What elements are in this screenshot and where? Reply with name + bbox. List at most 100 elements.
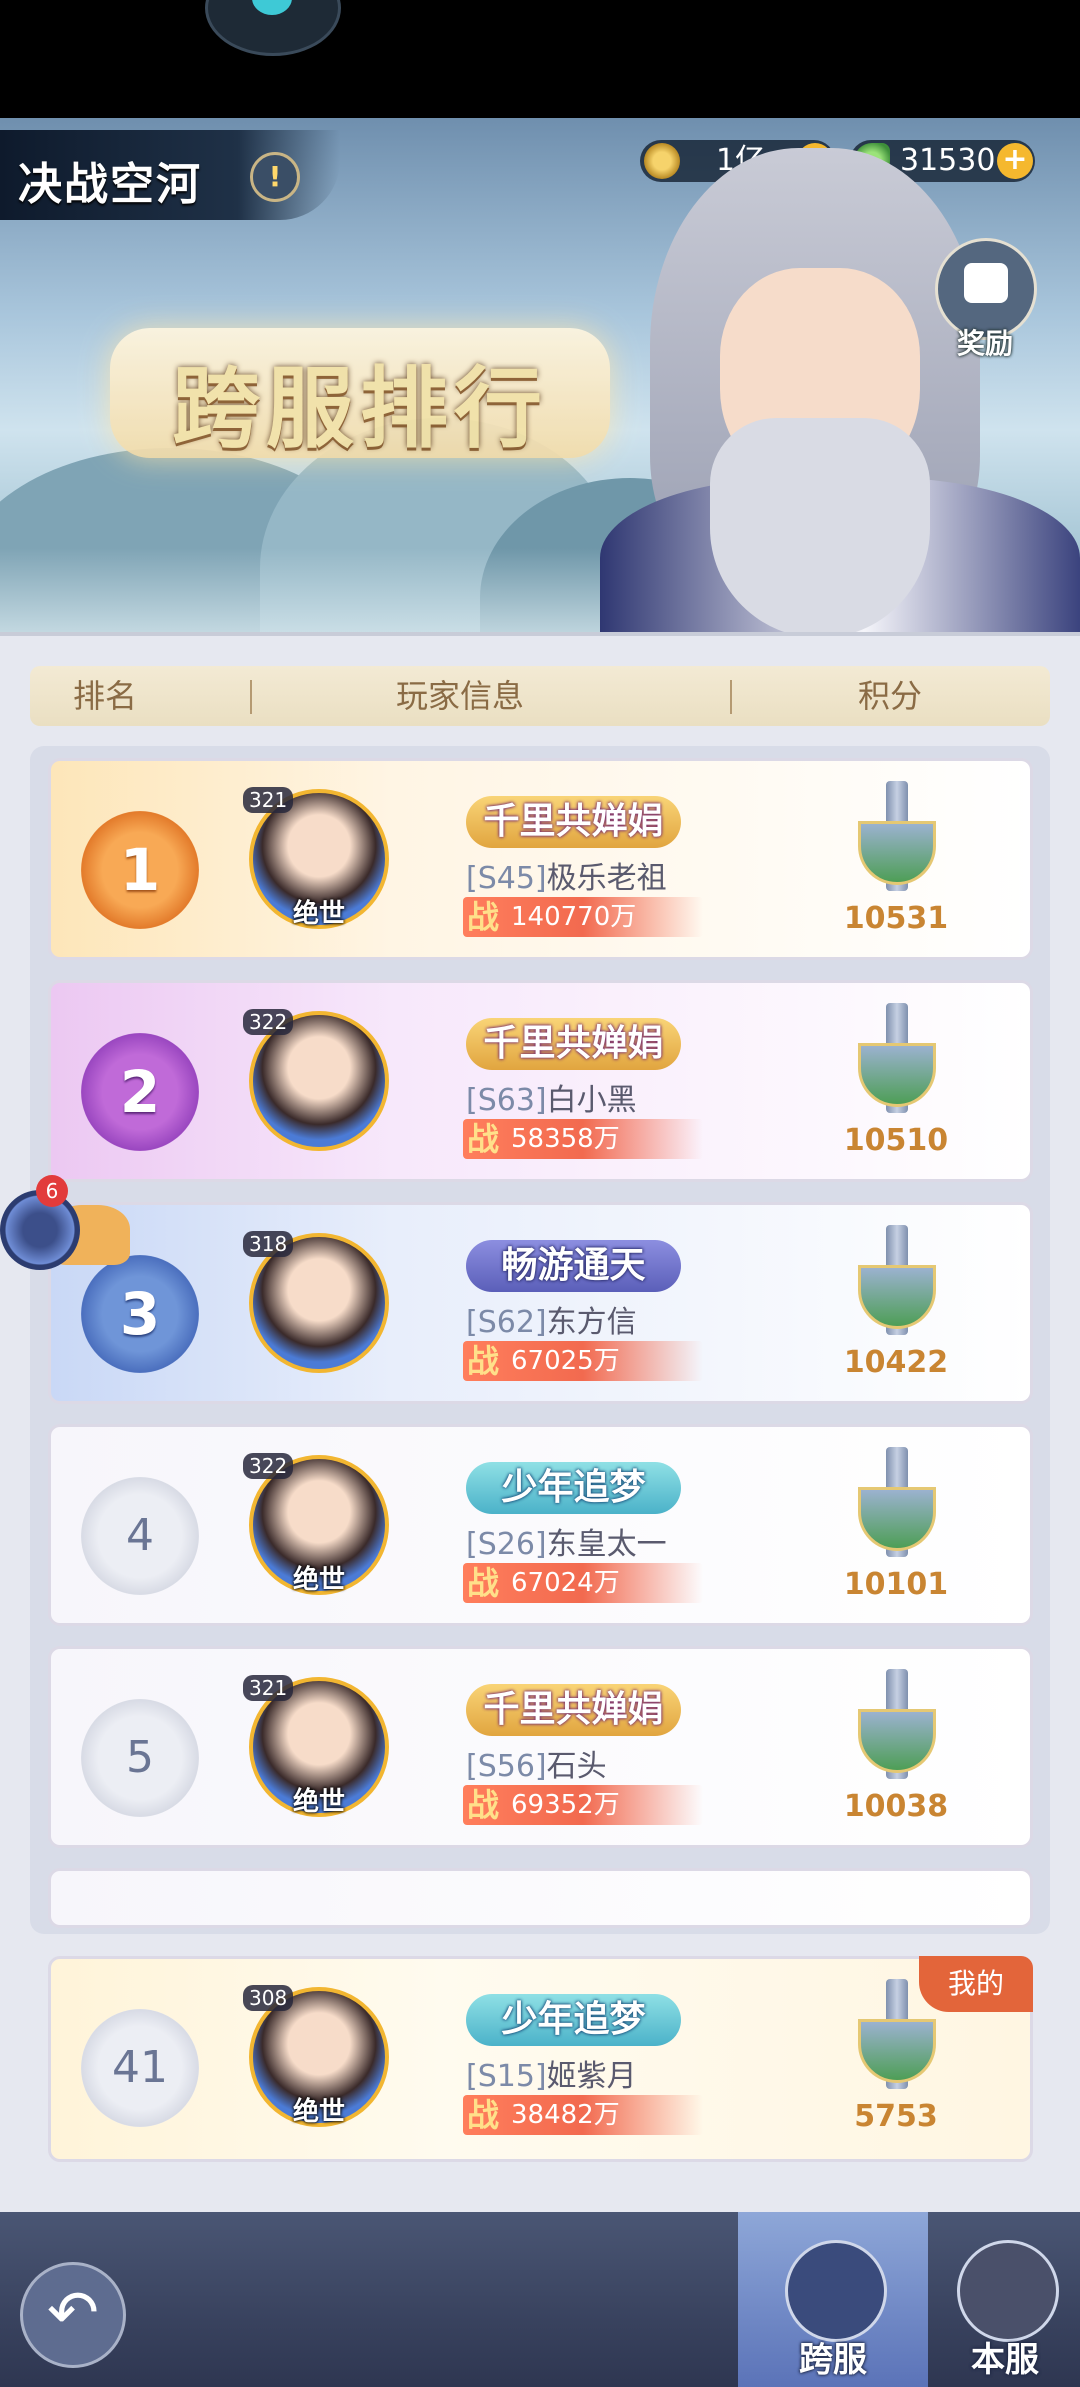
avatar[interactable]: 322 (243, 1009, 389, 1151)
back-arrow-icon[interactable]: ↶ (20, 2262, 126, 2368)
my-ranking-row[interactable]: 我的 41 308 绝世 少年追梦 [S15]姬紫月 战 38482万 5753 (48, 1956, 1033, 2162)
avatar[interactable]: 321 绝世 (243, 787, 389, 929)
avatar-level: 322 (243, 1453, 294, 1479)
sword-guard (858, 1709, 936, 1773)
power-bar: 战 69352万 (463, 1785, 703, 1825)
floating-pet-icon[interactable] (205, 0, 341, 56)
power-bar: 战 140770万 (463, 897, 703, 937)
rank-medal: 2 (81, 1033, 199, 1151)
guild-badge: 千里共婵娟 (466, 1684, 681, 1736)
score-value: 10038 (843, 1789, 949, 1824)
power-value: 140770万 (511, 902, 637, 932)
avatar[interactable]: 318 (243, 1231, 389, 1373)
scroll-icon (785, 2240, 887, 2342)
book-icon (957, 2240, 1059, 2342)
rank-medal: 41 (81, 2009, 199, 2127)
player-name-text: 极乐老祖 (546, 861, 667, 896)
sword-icon (846, 1225, 946, 1345)
score-value: 10422 (843, 1345, 949, 1380)
guild-badge: 少年追梦 (466, 1994, 681, 2046)
table-header: 排名 玩家信息 积分 (30, 666, 1050, 726)
player-name-text: 东方信 (546, 1305, 637, 1340)
player-name-text: 白小黑 (546, 1083, 637, 1118)
ranking-row[interactable]: 3 318 畅游通天 [S62]东方信 战 67025万 10422 (48, 1202, 1033, 1404)
server-tag: [S56] (466, 1749, 547, 1784)
player-name: [S63]白小黑 (466, 1075, 637, 1119)
server-tag: [S45] (466, 861, 547, 896)
avatar-title-tag (281, 1115, 357, 1147)
sword-icon (846, 1003, 946, 1123)
player-name: [S15]姬紫月 (466, 2051, 637, 2095)
power-value: 38482万 (511, 2100, 620, 2130)
power-icon: 战 (467, 898, 500, 936)
player-name: [S26]东皇太一 (466, 1519, 667, 1563)
guild-badge: 畅游通天 (466, 1240, 681, 1292)
sword-icon (846, 1447, 946, 1567)
ranking-list[interactable]: 1 321 绝世 千里共婵娟 [S45]极乐老祖 战 140770万 10531… (30, 746, 1050, 1934)
power-icon: 战 (467, 1342, 500, 1380)
tab-cross-server-label: 跨服 (799, 2340, 867, 2380)
sword-guard (858, 1487, 936, 1551)
status-area (0, 0, 1080, 118)
power-icon: 战 (467, 1564, 500, 1602)
ranking-row[interactable]: 5 321 绝世 千里共婵娟 [S56]石头 战 69352万 10038 (48, 1646, 1033, 1848)
page-title: 决战空河 (18, 159, 202, 210)
avatar-level: 321 (243, 1675, 294, 1701)
event-banner: 决战空河 ! 1亿 + 31530 + 跨服排行 奖励 (0, 118, 1080, 638)
avatar-title-tag: 绝世 (292, 1565, 345, 1595)
header-score: 积分 (857, 677, 922, 715)
sword-guard (858, 1043, 936, 1107)
guild-badge: 少年追梦 (466, 1462, 681, 1514)
power-icon: 战 (467, 1786, 500, 1824)
power-icon: 战 (467, 1120, 500, 1158)
ranking-row-partial[interactable] (48, 1868, 1033, 1928)
server-tag: [S63] (466, 1083, 547, 1118)
avatar-title-tag: 绝世 (292, 2097, 345, 2127)
player-name-text: 姬紫月 (546, 2059, 637, 2094)
character-beard (710, 418, 930, 638)
score-value: 10101 (843, 1567, 949, 1602)
header-player-info: 玩家信息 (395, 677, 524, 715)
score-value: 10510 (843, 1123, 949, 1158)
power-bar: 战 38482万 (463, 2095, 703, 2135)
snail-pet-icon[interactable]: 6 (0, 1165, 140, 1275)
ranking-panel: 排名 玩家信息 积分 1 321 绝世 千里共婵娟 [S45]极乐老祖 战 14… (0, 632, 1080, 2226)
guild-badge: 千里共婵娟 (466, 1018, 681, 1070)
avatar-title-tag: 绝世 (292, 1787, 345, 1817)
avatar-level: 308 (243, 1985, 294, 2011)
tab-cross-server[interactable]: 跨服 (738, 2212, 928, 2387)
rank-medal: 1 (81, 811, 199, 929)
bottom-nav: ↶ 跨服 本服 (0, 2212, 1080, 2387)
reward-button[interactable]: 奖励 (935, 238, 1037, 360)
ranking-row[interactable]: 4 322 绝世 少年追梦 [S26]东皇太一 战 67024万 10101 (48, 1424, 1033, 1626)
sword-icon (846, 781, 946, 901)
info-icon[interactable]: ! (250, 152, 300, 202)
power-value: 69352万 (511, 1790, 620, 1820)
server-tag: [S62] (466, 1305, 547, 1340)
notification-badge: 6 (36, 1175, 68, 1207)
player-name-text: 石头 (546, 1749, 607, 1784)
rank-medal: 5 (81, 1699, 199, 1817)
avatar-level: 321 (243, 787, 294, 813)
tab-local-server[interactable]: 本服 (930, 2212, 1080, 2387)
banner-title: 跨服排行 (171, 356, 548, 460)
ranking-row[interactable]: 2 322 千里共婵娟 [S63]白小黑 战 58358万 10510 (48, 980, 1033, 1182)
server-tag: [S26] (466, 1527, 547, 1562)
power-icon: 战 (467, 2096, 500, 2134)
guild-badge: 千里共婵娟 (466, 796, 681, 848)
character-illustration (560, 118, 1080, 638)
avatar[interactable]: 322 绝世 (243, 1453, 389, 1595)
avatar-level: 322 (243, 1009, 294, 1035)
avatar-title-tag: 绝世 (292, 899, 345, 929)
power-bar: 战 67024万 (463, 1563, 703, 1603)
avatar[interactable]: 321 绝世 (243, 1675, 389, 1817)
rank-banner-plate: 跨服排行 (110, 328, 610, 460)
avatar[interactable]: 308 绝世 (243, 1985, 389, 2127)
avatar-title-tag (281, 1337, 357, 1369)
player-name-text: 东皇太一 (546, 1527, 667, 1562)
ranking-row[interactable]: 1 321 绝世 千里共婵娟 [S45]极乐老祖 战 140770万 10531 (48, 758, 1033, 960)
power-value: 58358万 (511, 1124, 620, 1154)
power-value: 67024万 (511, 1568, 620, 1598)
power-value: 67025万 (511, 1346, 620, 1376)
server-tag: [S15] (466, 2059, 547, 2094)
